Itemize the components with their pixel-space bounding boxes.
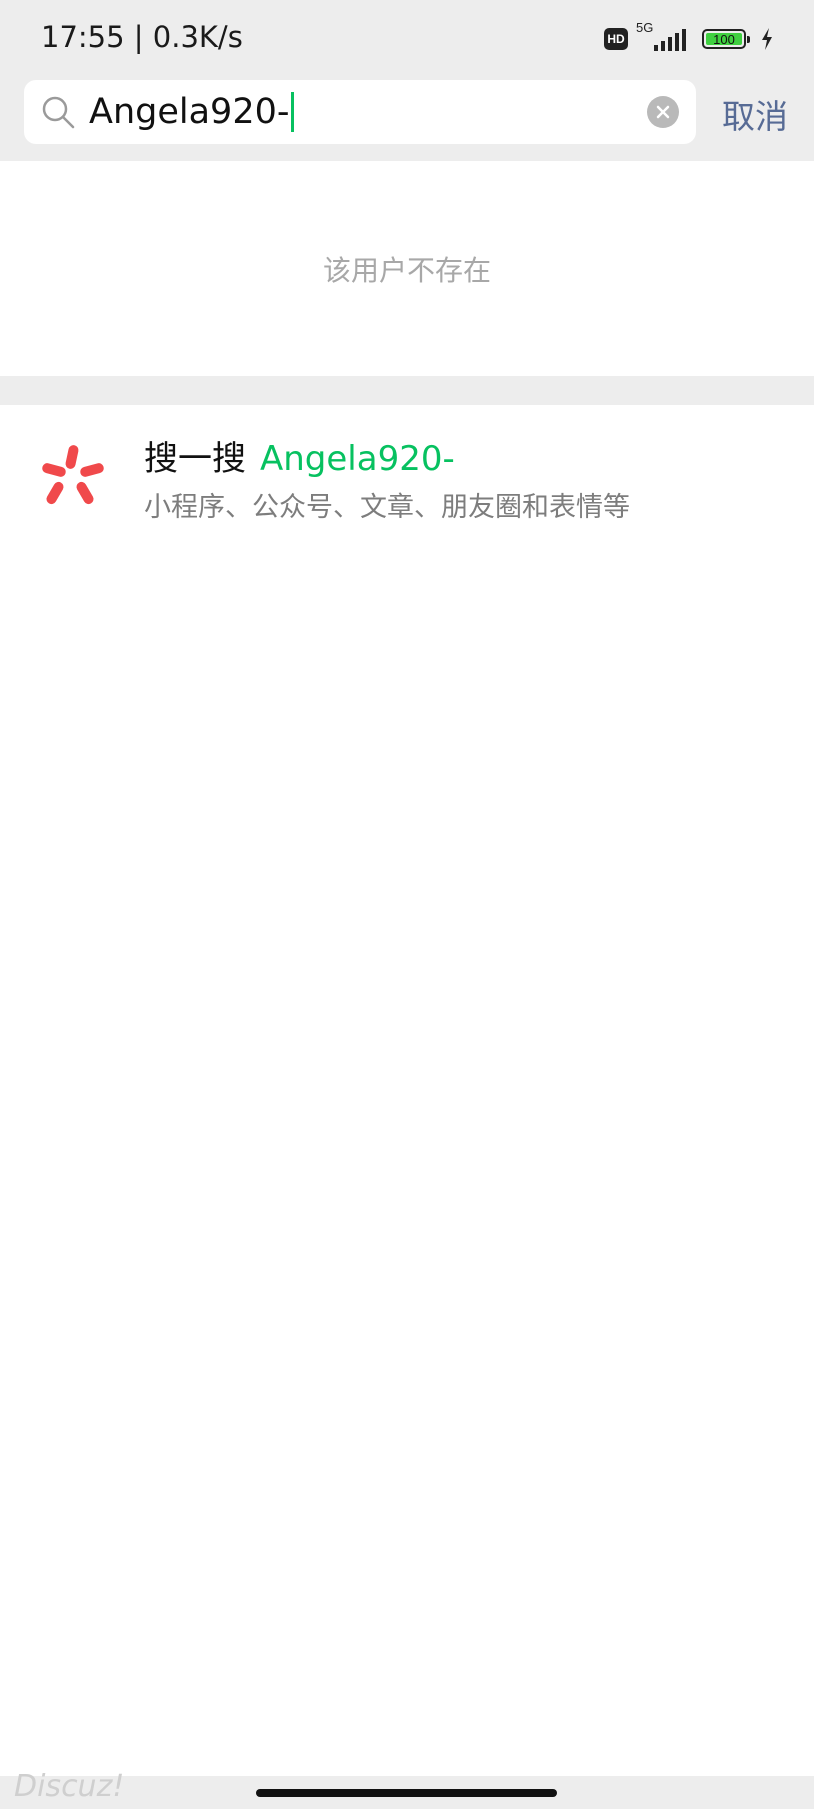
bottom-bar: Discuz!: [0, 1769, 814, 1809]
search-icon: [42, 96, 75, 129]
network-indicator: 5G: [636, 20, 688, 54]
watermark: Discuz!: [14, 1769, 125, 1804]
signal-icon: [654, 29, 686, 51]
status-time: 17:55 | 0.3K/s: [41, 20, 243, 54]
battery-icon: 100: [702, 29, 750, 49]
cancel-button[interactable]: 取消: [722, 90, 788, 138]
clear-icon[interactable]: [647, 96, 679, 128]
search-header: Angela920- 取消: [0, 80, 814, 161]
sousuo-query: Angela920-: [260, 439, 455, 479]
status-icons: HD 5G 100: [604, 20, 774, 54]
search-box[interactable]: Angela920-: [24, 80, 696, 144]
text-caret: [291, 92, 294, 132]
battery-level: 100: [706, 32, 742, 47]
sousuo-label: 搜一搜: [144, 439, 246, 479]
search-query-text: Angela920-: [89, 92, 290, 132]
hd-icon: HD: [604, 28, 628, 50]
section-divider: [0, 376, 814, 405]
not-found-message: 该用户不存在: [322, 253, 491, 287]
charging-icon: [762, 28, 772, 50]
status-bar: 17:55 | 0.3K/s HD 5G 100: [0, 0, 814, 80]
home-indicator[interactable]: [256, 1789, 557, 1797]
network-label: 5G: [636, 20, 654, 35]
sousuo-subtitle: 小程序、公众号、文章、朋友圈和表情等: [144, 492, 630, 523]
sousuo-title: 搜一搜 Angela920-: [144, 431, 455, 480]
not-found-section: 该用户不存在: [0, 161, 814, 376]
sousuo-result-row[interactable]: 搜一搜 Angela920- 小程序、公众号、文章、朋友圈和表情等: [0, 405, 814, 543]
search-input[interactable]: Angela920-: [89, 86, 649, 138]
sousuo-icon: [42, 445, 104, 505]
